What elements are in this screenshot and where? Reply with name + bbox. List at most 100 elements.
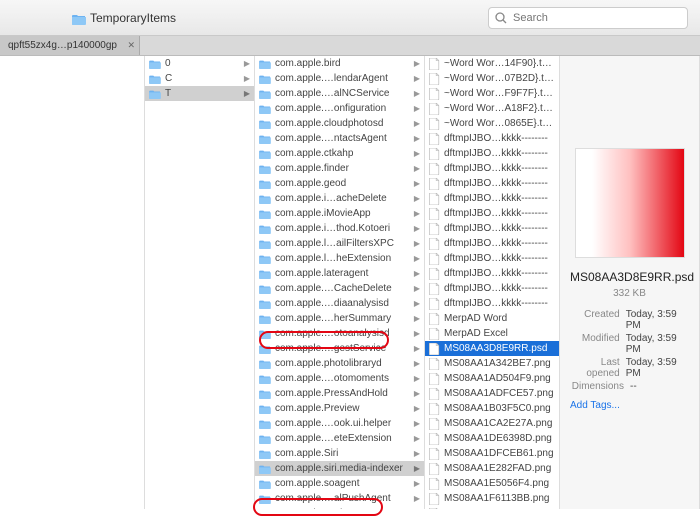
list-item[interactable]: MS08AA1CA2E27A.png <box>425 416 559 431</box>
list-item[interactable]: ~Word Wor…F9F7F}.tmp <box>425 86 559 101</box>
meta-row: Dimensions-- <box>570 381 689 392</box>
folder-icon <box>259 149 271 159</box>
folder-icon <box>149 59 161 69</box>
chevron-right-icon: ▶ <box>414 194 420 203</box>
item-label: com.apple.…CacheDelete <box>275 283 410 294</box>
meta-value: -- <box>630 381 637 392</box>
list-item[interactable]: dftmpIJBO…kkkk-------- <box>425 296 559 311</box>
list-item[interactable]: dftmpIJBO…kkkk-------- <box>425 221 559 236</box>
list-item[interactable]: dftmpIJBO…kkkk-------- <box>425 266 559 281</box>
list-item[interactable]: MS08AA1AD504F9.png <box>425 371 559 386</box>
file-icon <box>429 148 440 160</box>
item-label: com.apple.…alNCService <box>275 88 410 99</box>
list-item[interactable]: dftmpIJBO…kkkk-------- <box>425 236 559 251</box>
list-item[interactable]: com.apple.…eteExtension▶ <box>255 431 424 446</box>
file-icon <box>429 253 440 265</box>
search-field[interactable] <box>488 7 688 29</box>
list-item[interactable]: com.apple.l…heExtension▶ <box>255 251 424 266</box>
list-item[interactable]: com.apple.i…thod.Kotoeri▶ <box>255 221 424 236</box>
tab[interactable]: qpft55zx4g…p140000gp ✕ <box>0 36 140 55</box>
list-item[interactable]: MS08AA1A342BE7.png <box>425 356 559 371</box>
list-item[interactable]: MS08AA1F6113BB.png <box>425 491 559 506</box>
list-item[interactable]: com.apple.…gestService▶ <box>255 341 424 356</box>
list-item[interactable]: 0▶ <box>145 56 254 71</box>
file-icon <box>429 133 440 145</box>
list-item[interactable]: com.apple.iMovieApp▶ <box>255 206 424 221</box>
list-item[interactable]: com.apple.…otomoments▶ <box>255 371 424 386</box>
meta-label: Created <box>570 309 626 331</box>
list-item[interactable]: dftmpIJBO…kkkk-------- <box>425 206 559 221</box>
chevron-right-icon: ▶ <box>414 314 420 323</box>
list-item[interactable]: MS08AA1DFCEB61.png <box>425 446 559 461</box>
list-item[interactable]: T▶ <box>145 86 254 101</box>
list-item[interactable]: dftmpIJBO…kkkk-------- <box>425 131 559 146</box>
list-item[interactable]: dftmpIJBO…kkkk-------- <box>425 146 559 161</box>
list-item[interactable]: dftmpIJBO…kkkk-------- <box>425 191 559 206</box>
list-item[interactable]: com.apple.…otoanalysisd▶ <box>255 326 424 341</box>
search-input[interactable] <box>488 7 688 29</box>
folder-icon <box>259 194 271 204</box>
list-item[interactable]: com.apple.ctkahp▶ <box>255 146 424 161</box>
list-item[interactable]: ~Word Wor…0865E}.tmp <box>425 116 559 131</box>
list-item[interactable]: com.apple.photolibraryd▶ <box>255 356 424 371</box>
list-item[interactable]: com.apple.…ook.ui.helper▶ <box>255 416 424 431</box>
chevron-right-icon: ▶ <box>414 89 420 98</box>
folder-icon <box>149 74 161 84</box>
list-item[interactable]: com.apple.Siri▶ <box>255 446 424 461</box>
item-label: MS08AA1E282FAD.png <box>444 463 555 474</box>
column-1[interactable] <box>0 56 145 509</box>
list-item[interactable]: com.apple.…ntactsAgent▶ <box>255 131 424 146</box>
list-item[interactable]: MS08AA1E5056F4.png <box>425 476 559 491</box>
list-item[interactable]: com.apple.…CacheDelete▶ <box>255 281 424 296</box>
column-4[interactable]: ~Word Wor…14F90}.tmp ~Word Wor…07B2D}.tmp… <box>425 56 560 509</box>
list-item[interactable]: ~Word Wor…14F90}.tmp <box>425 56 559 71</box>
list-item[interactable]: MS08AA1ADFCE57.png <box>425 386 559 401</box>
list-item[interactable]: com.apple.…alNCService ▶ <box>255 86 424 101</box>
item-label: ~Word Wor…07B2D}.tmp <box>444 73 555 84</box>
list-item[interactable]: com.apple.…diaanalysisd▶ <box>255 296 424 311</box>
item-label: com.apple.soagent <box>275 478 410 489</box>
list-item[interactable]: com.apple.bird▶ <box>255 56 424 71</box>
folder-icon <box>259 374 271 384</box>
list-item[interactable]: MerpAD Word <box>425 311 559 326</box>
list-item[interactable]: com.apple.soagent▶ <box>255 476 424 491</box>
list-item[interactable]: C▶ <box>145 71 254 86</box>
list-item[interactable]: com.apple.…onfiguration▶ <box>255 101 424 116</box>
list-item[interactable]: MerpAD Excel <box>425 326 559 341</box>
list-item[interactable]: com.apple.geod▶ <box>255 176 424 191</box>
list-item[interactable]: com.apple.siri.media-indexer▶ <box>255 461 424 476</box>
folder-icon <box>259 299 271 309</box>
item-label: MerpAD Excel <box>444 328 555 339</box>
list-item[interactable]: com.apple.lateragent▶ <box>255 266 424 281</box>
list-item[interactable]: com.apple.PressAndHold▶ <box>255 386 424 401</box>
chevron-right-icon: ▶ <box>414 419 420 428</box>
file-icon <box>429 493 440 505</box>
list-item[interactable]: dftmpIJBO…kkkk-------- <box>425 176 559 191</box>
list-item[interactable]: com.apple.Preview▶ <box>255 401 424 416</box>
file-icon <box>429 163 440 175</box>
list-item[interactable]: com.apple.…herSummary▶ <box>255 311 424 326</box>
close-icon[interactable]: ✕ <box>127 40 135 51</box>
column-3[interactable]: com.apple.bird▶com.apple.…lendarAgent▶co… <box>255 56 425 509</box>
list-item[interactable]: com.apple.finder▶ <box>255 161 424 176</box>
column-2[interactable]: 0▶C▶T▶ <box>145 56 255 509</box>
list-item[interactable]: com.apple.…lendarAgent▶ <box>255 71 424 86</box>
list-item[interactable]: dftmpIJBO…kkkk-------- <box>425 161 559 176</box>
list-item[interactable]: com.apple.i…acheDelete▶ <box>255 191 424 206</box>
list-item[interactable]: MS08AA1DE6398D.png <box>425 431 559 446</box>
list-item[interactable]: dftmpIJBO…kkkk-------- <box>425 281 559 296</box>
file-icon <box>429 463 440 475</box>
list-item[interactable]: com.apple.l…ailFiltersXPC▶ <box>255 236 424 251</box>
list-item[interactable]: dftmpIJBO…kkkk-------- <box>425 251 559 266</box>
list-item[interactable]: com.apple.cloudphotosd▶ <box>255 116 424 131</box>
list-item[interactable]: ~Word Wor…A18F2}.tmp <box>425 101 559 116</box>
list-item[interactable]: com.apple.…alPushAgent▶ <box>255 491 424 506</box>
item-label: com.apple.…onfiguration <box>275 103 410 114</box>
folder-icon <box>259 359 271 369</box>
file-icon <box>429 433 440 445</box>
list-item[interactable]: MS08AA1E282FAD.png <box>425 461 559 476</box>
add-tags-link[interactable]: Add Tags... <box>570 400 689 411</box>
list-item[interactable]: MS08AA3D8E9RR.psd <box>425 341 559 356</box>
list-item[interactable]: MS08AA1B03F5C0.png <box>425 401 559 416</box>
list-item[interactable]: ~Word Wor…07B2D}.tmp <box>425 71 559 86</box>
